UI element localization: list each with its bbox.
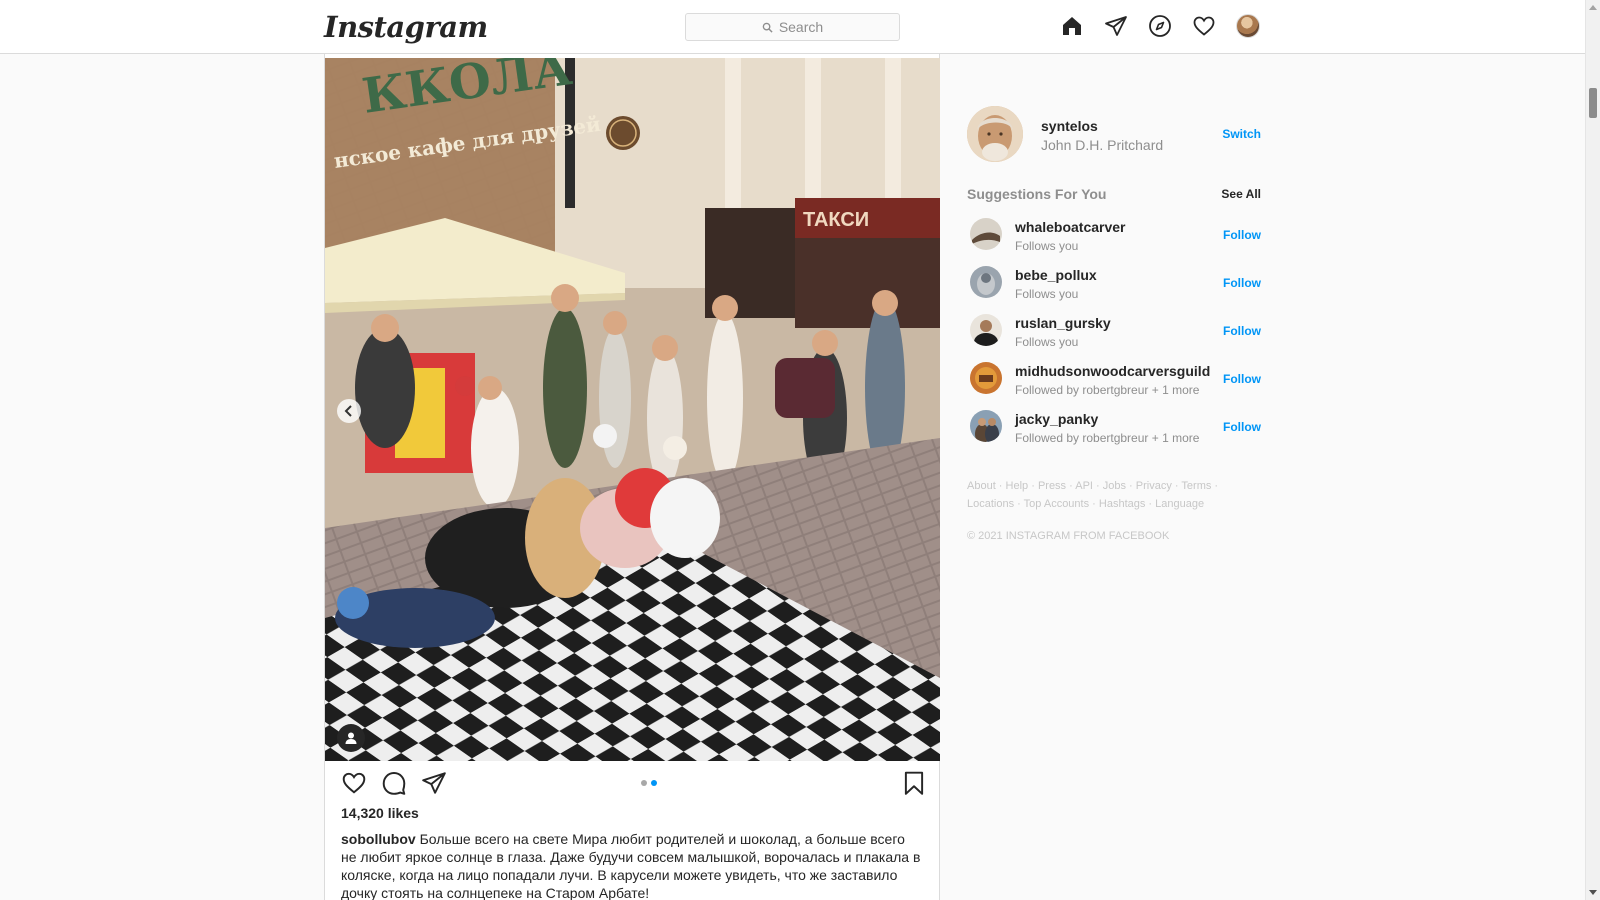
suggestion-row: ruslan_gursky Follows you Follow (970, 313, 1261, 361)
suggestion-avatar[interactable] (970, 218, 1002, 250)
post-photo[interactable]: ТАКСИ ККОЛА нское кафе для друзей (325, 58, 940, 761)
scroll-thumb[interactable] (1589, 88, 1597, 118)
share-icon[interactable] (421, 770, 447, 796)
avatar-image (970, 410, 1002, 442)
suggestion-avatar[interactable] (970, 266, 1002, 298)
carousel-dot-active (651, 780, 657, 786)
footer-link-locations[interactable]: Locations (967, 498, 1014, 510)
avatar-image (970, 218, 1002, 250)
nav-icons (1060, 14, 1260, 38)
suggestion-context: Follows you (1015, 335, 1079, 349)
suggestions-header: Suggestions For You See All (967, 186, 1261, 202)
top-nav: Instagram Search (0, 0, 1585, 54)
post-actions (341, 770, 925, 800)
search-input[interactable]: Search (685, 13, 900, 41)
home-icon[interactable] (1060, 14, 1084, 38)
feed-post: ТАКСИ ККОЛА нское кафе для друзей 14,320… (324, 54, 940, 900)
explore-icon[interactable] (1148, 14, 1172, 38)
suggestions-list: whaleboatcarver Follows you Follow bebe_… (970, 217, 1261, 457)
direct-icon[interactable] (1104, 14, 1128, 38)
scroll-up-arrow-icon[interactable] (1589, 5, 1597, 10)
suggestion-row: bebe_pollux Follows you Follow (970, 265, 1261, 313)
carousel-prev-button[interactable] (337, 399, 361, 423)
activity-heart-icon[interactable] (1192, 14, 1216, 38)
user-tag-icon (345, 732, 357, 744)
footer-link-jobs[interactable]: Jobs (1103, 480, 1126, 492)
see-all-button[interactable]: See All (1221, 187, 1261, 201)
comment-icon[interactable] (381, 770, 407, 796)
suggestion-username[interactable]: bebe_pollux (1015, 267, 1097, 283)
suggestion-avatar[interactable] (970, 362, 1002, 394)
suggestion-username[interactable]: whaleboatcarver (1015, 219, 1126, 235)
suggestion-avatar[interactable] (970, 314, 1002, 346)
suggestion-row: jacky_panky Followed by robertgbreur + 1… (970, 409, 1261, 457)
suggestions-title: Suggestions For You (967, 186, 1107, 202)
footer-link-api[interactable]: API (1075, 480, 1093, 492)
page-scrollbar[interactable] (1585, 0, 1600, 900)
profile-avatar[interactable] (1236, 14, 1260, 38)
suggestion-context: Followed by robertgbreur + 1 more (1015, 431, 1200, 445)
caption-text: Больше всего на свете Мира любит родител… (341, 831, 921, 900)
like-heart-icon[interactable] (341, 770, 367, 796)
follow-button[interactable]: Follow (1223, 228, 1261, 242)
copyright-text: © 2021 INSTAGRAM FROM FACEBOOK (967, 530, 1170, 542)
follow-button[interactable]: Follow (1223, 372, 1261, 386)
footer-link-help[interactable]: Help (1006, 480, 1029, 492)
suggestion-row: midhudsonwoodcarversguild Followed by ro… (970, 361, 1261, 409)
avatar-image (970, 314, 1002, 346)
suggestion-username[interactable]: midhudsonwoodcarversguild (1015, 363, 1210, 379)
search-placeholder: Search (778, 19, 824, 35)
suggestion-username[interactable]: jacky_panky (1015, 411, 1098, 427)
suggestion-username[interactable]: ruslan_gursky (1015, 315, 1111, 331)
current-username[interactable]: syntelos (1041, 118, 1098, 134)
tagged-users-button[interactable] (337, 724, 365, 752)
footer-link-top-accounts[interactable]: Top Accounts (1024, 498, 1089, 510)
carousel-indicator (641, 780, 657, 786)
like-count[interactable]: 14,320 likes (341, 805, 419, 821)
current-user-avatar[interactable] (967, 106, 1023, 162)
street-scene-image: ТАКСИ ККОЛА нское кафе для друзей (325, 58, 940, 761)
footer-link-hashtags[interactable]: Hashtags (1099, 498, 1145, 510)
current-fullname: John D.H. Pritchard (1041, 137, 1164, 153)
follow-button[interactable]: Follow (1223, 420, 1261, 434)
suggestion-context: Follows you (1015, 287, 1079, 301)
footer-link-terms[interactable]: Terms (1181, 480, 1211, 492)
post-caption: sobollubov Больше всего на свете Мира лю… (341, 830, 923, 900)
switch-account-button[interactable]: Switch (1222, 127, 1261, 141)
suggestion-context: Follows you (1015, 239, 1079, 253)
scroll-down-arrow-icon[interactable] (1589, 890, 1597, 895)
follow-button[interactable]: Follow (1223, 324, 1261, 338)
shop-sign-right: ТАКСИ (803, 209, 869, 231)
sidebar-footer-links: About · Help · Press · API · Jobs · Priv… (967, 480, 1219, 510)
user-portrait-image (967, 106, 1023, 162)
footer-link-privacy[interactable]: Privacy (1136, 480, 1172, 492)
suggestion-context: Followed by robertgbreur + 1 more (1015, 383, 1200, 397)
search-icon (762, 22, 773, 33)
save-bookmark-icon[interactable] (901, 770, 927, 796)
footer-link-press[interactable]: Press (1038, 480, 1066, 492)
instagram-logo[interactable]: Instagram (324, 10, 488, 44)
current-user-card: syntelos John D.H. Pritchard Switch (967, 106, 1261, 162)
suggestion-avatar[interactable] (970, 410, 1002, 442)
follow-button[interactable]: Follow (1223, 276, 1261, 290)
avatar-image (970, 362, 1002, 394)
carousel-dot (641, 780, 647, 786)
caption-author[interactable]: sobollubov (341, 831, 416, 847)
avatar-image (970, 266, 1002, 298)
footer-link-about[interactable]: About (967, 480, 996, 492)
suggestion-row: whaleboatcarver Follows you Follow (970, 217, 1261, 265)
footer-link-language[interactable]: Language (1155, 498, 1204, 510)
chevron-left-icon (344, 405, 352, 417)
